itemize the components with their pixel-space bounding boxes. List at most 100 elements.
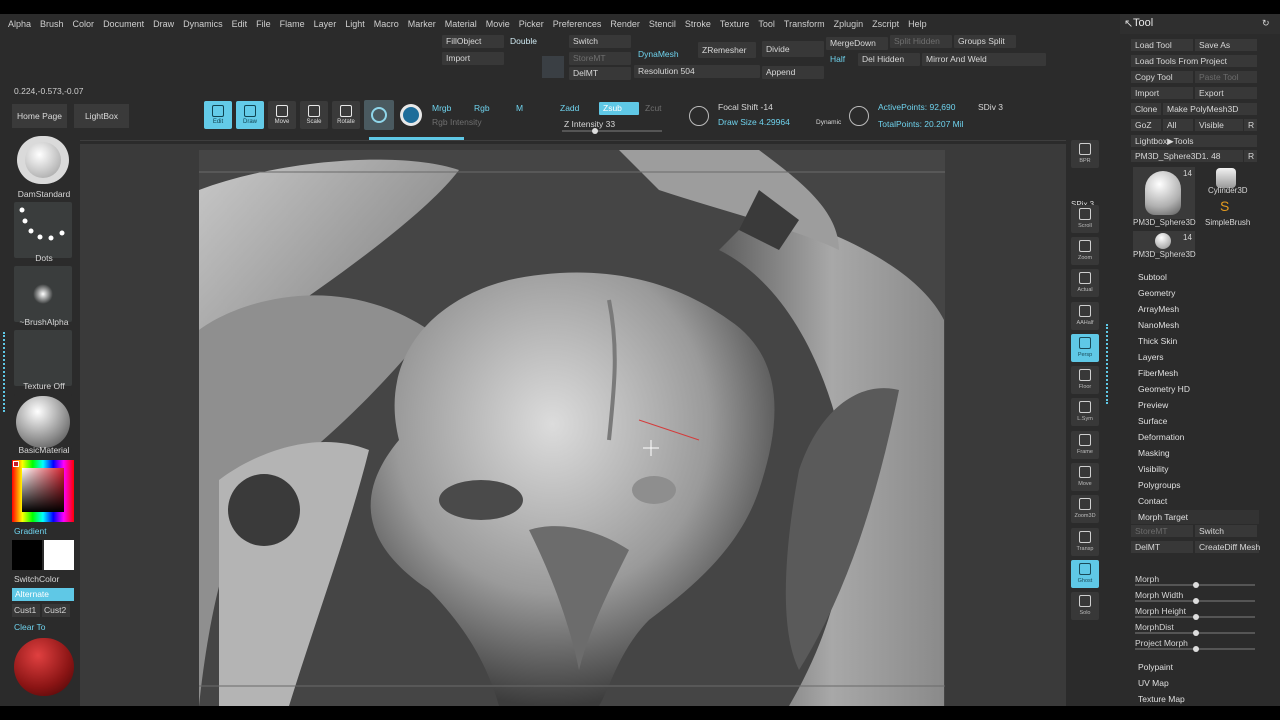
goz-visible-button[interactable]: Visible bbox=[1195, 119, 1243, 131]
divide-button[interactable]: Divide bbox=[762, 41, 824, 57]
switch-button[interactable]: Switch bbox=[569, 35, 631, 48]
paste-tool-button[interactable]: Paste Tool bbox=[1195, 71, 1257, 83]
section-fibermesh[interactable]: FiberMesh bbox=[1138, 368, 1178, 378]
draw-size-slider[interactable]: Draw Size 4.29964 bbox=[714, 116, 808, 129]
cust1-button[interactable]: Cust1 bbox=[12, 604, 40, 617]
zremesher-button[interactable]: ZRemesher bbox=[698, 42, 756, 58]
menu-picker[interactable]: Picker bbox=[519, 19, 544, 29]
zcut-button[interactable]: Zcut bbox=[641, 102, 671, 115]
rgb-button[interactable]: Rgb bbox=[470, 102, 494, 115]
morph-delmt-button[interactable]: DelMT bbox=[1131, 541, 1193, 553]
sculpt-mode-button[interactable] bbox=[364, 100, 394, 130]
frame-button[interactable]: Frame bbox=[1071, 430, 1099, 459]
menu-preferences[interactable]: Preferences bbox=[553, 19, 602, 29]
copy-tool-button[interactable]: Copy Tool bbox=[1131, 71, 1193, 83]
menu-draw[interactable]: Draw bbox=[153, 19, 174, 29]
edit-button[interactable]: Edit bbox=[204, 101, 232, 129]
color-square[interactable] bbox=[22, 468, 64, 512]
menu-edit[interactable]: Edit bbox=[232, 19, 248, 29]
cylinder-thumb-label[interactable]: Cylinder3D bbox=[1208, 186, 1248, 195]
document-canvas[interactable] bbox=[199, 150, 945, 706]
secondary-color-swatch[interactable] bbox=[12, 540, 42, 570]
brush-thumbnail[interactable] bbox=[17, 136, 69, 184]
menu-layer[interactable]: Layer bbox=[314, 19, 337, 29]
menu-stroke[interactable]: Stroke bbox=[685, 19, 711, 29]
material-thumbnail[interactable] bbox=[14, 394, 72, 450]
morph-dist-track[interactable] bbox=[1135, 630, 1255, 636]
menu-color[interactable]: Color bbox=[73, 19, 95, 29]
morph-width-knob[interactable] bbox=[1193, 598, 1199, 604]
project-morph-knob[interactable] bbox=[1193, 646, 1199, 652]
morph-height-label[interactable]: Morph Height bbox=[1135, 606, 1186, 616]
menu-light[interactable]: Light bbox=[345, 19, 365, 29]
bpr-button[interactable]: BPR bbox=[1071, 140, 1099, 168]
section-geometry[interactable]: Geometry bbox=[1138, 288, 1175, 298]
current-tool-r-button[interactable]: R bbox=[1244, 150, 1257, 162]
simplebrush-label[interactable]: SimpleBrush bbox=[1205, 218, 1250, 227]
clear-color-sphere[interactable] bbox=[14, 638, 74, 696]
clear-to-button[interactable]: Clear To bbox=[14, 622, 46, 632]
append-button[interactable]: Append bbox=[762, 66, 824, 79]
resolution-slider[interactable]: Resolution 504 bbox=[634, 65, 760, 78]
section-deformation[interactable]: Deformation bbox=[1138, 432, 1184, 442]
menu-marker[interactable]: Marker bbox=[408, 19, 436, 29]
mrgb-button[interactable]: Mrgb bbox=[428, 102, 462, 115]
save-as-button[interactable]: Save As bbox=[1195, 39, 1257, 51]
lightbox-tools-button[interactable]: Lightbox▶Tools bbox=[1131, 135, 1257, 147]
aahalf-button[interactable]: AAHalf bbox=[1071, 301, 1099, 330]
project-morph-label[interactable]: Project Morph bbox=[1135, 638, 1188, 648]
create-diff-mesh-button[interactable]: CreateDiff Mesh bbox=[1195, 541, 1260, 553]
menu-texture[interactable]: Texture bbox=[720, 19, 750, 29]
color-picker[interactable] bbox=[12, 460, 74, 522]
morph-storemt-button[interactable]: StoreMT bbox=[1131, 525, 1193, 537]
split-hidden-button[interactable]: Split Hidden bbox=[890, 35, 952, 48]
menu-render[interactable]: Render bbox=[610, 19, 640, 29]
double-button[interactable]: Double bbox=[506, 35, 556, 48]
section-geometry-hd[interactable]: Geometry HD bbox=[1138, 384, 1190, 394]
home-page-button[interactable]: Home Page bbox=[12, 104, 67, 128]
menu-macro[interactable]: Macro bbox=[374, 19, 399, 29]
texture-thumbnail[interactable] bbox=[14, 330, 72, 386]
solo-button[interactable]: Solo bbox=[1071, 592, 1099, 621]
scale-button[interactable]: Scale bbox=[300, 101, 328, 129]
make-polymesh-button[interactable]: Make PolyMesh3D bbox=[1163, 103, 1257, 115]
menu-file[interactable]: File bbox=[256, 19, 271, 29]
menu-movie[interactable]: Movie bbox=[486, 19, 510, 29]
zoom-button[interactable]: Zoom bbox=[1071, 236, 1099, 265]
section-polypaint[interactable]: Polypaint bbox=[1138, 662, 1173, 672]
tool-export-button[interactable]: Export bbox=[1195, 87, 1257, 99]
delmt-button[interactable]: DelMT bbox=[569, 67, 631, 80]
load-tool-button[interactable]: Load Tool bbox=[1131, 39, 1193, 51]
project-morph-track[interactable] bbox=[1135, 646, 1255, 652]
section-layers[interactable]: Layers bbox=[1138, 352, 1164, 362]
cust2-button[interactable]: Cust2 bbox=[42, 604, 70, 617]
transp-button[interactable]: Transp bbox=[1071, 527, 1099, 556]
ghost-button[interactable]: Ghost bbox=[1071, 559, 1099, 588]
sdiv-slider[interactable]: SDiv 3 bbox=[974, 101, 1034, 114]
move-button[interactable]: Move bbox=[1071, 463, 1099, 491]
import-button[interactable]: Import bbox=[442, 52, 504, 65]
menu-stencil[interactable]: Stencil bbox=[649, 19, 676, 29]
morph-width-track[interactable] bbox=[1135, 598, 1255, 604]
material-sphere-icon[interactable] bbox=[400, 104, 422, 126]
tool-thumb-sphere3d[interactable]: 14 bbox=[1133, 167, 1195, 219]
current-tool-slider[interactable]: PM3D_Sphere3D1. 48 bbox=[1131, 150, 1243, 162]
lightbox-button[interactable]: LightBox bbox=[74, 104, 129, 128]
menu-material[interactable]: Material bbox=[445, 19, 477, 29]
dynamic-button[interactable]: Dynamic bbox=[812, 116, 846, 129]
section-masking[interactable]: Masking bbox=[1138, 448, 1170, 458]
goz-all-button[interactable]: All bbox=[1163, 119, 1193, 131]
simplebrush-icon[interactable]: S bbox=[1220, 198, 1229, 214]
menu-flame[interactable]: Flame bbox=[280, 19, 305, 29]
menu-transform[interactable]: Transform bbox=[784, 19, 825, 29]
rotate-button[interactable]: Rotate bbox=[332, 101, 360, 129]
gradient-label[interactable]: Gradient bbox=[14, 526, 47, 536]
mergedown-button[interactable]: MergeDown bbox=[826, 37, 888, 50]
switch-color-button[interactable]: SwitchColor bbox=[14, 574, 59, 584]
section-contact[interactable]: Contact bbox=[1138, 496, 1167, 506]
load-tools-from-project-button[interactable]: Load Tools From Project bbox=[1131, 55, 1257, 67]
section-preview[interactable]: Preview bbox=[1138, 400, 1168, 410]
goz-button[interactable]: GoZ bbox=[1131, 119, 1161, 131]
left-dock-handle[interactable] bbox=[3, 332, 7, 412]
z-intensity-knob[interactable] bbox=[592, 128, 598, 134]
